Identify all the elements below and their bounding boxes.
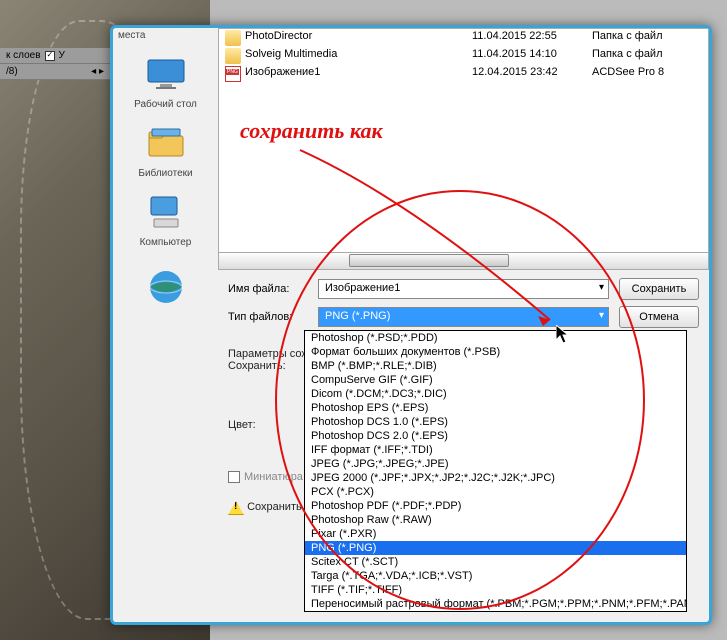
format-option[interactable]: Переносимый растровый формат (*.PBM;*.PG… (305, 597, 686, 611)
file-type: Папка с файл (592, 30, 702, 46)
file-type: ACDSee Pro 8 (592, 66, 702, 82)
file-row[interactable]: Изображение112.04.2015 23:42ACDSee Pro 8 (219, 65, 708, 83)
zoom-strip: /8) ◂ ▸ (0, 64, 110, 80)
computer-icon (145, 191, 187, 233)
format-option[interactable]: BMP (*.BMP;*.RLE;*.DIB) (305, 359, 686, 373)
format-option[interactable]: JPEG 2000 (*.JPF;*.JPX;*.JP2;*.J2C;*.J2K… (305, 471, 686, 485)
photoshop-panels: к слоев У /8) ◂ ▸ (0, 48, 110, 80)
filetype-dropdown-list[interactable]: Photoshop (*.PSD;*.PDD)Формат больших до… (304, 330, 687, 612)
format-option[interactable]: Targa (*.TGA;*.VDA;*.ICB;*.VST) (305, 569, 686, 583)
format-option[interactable]: Формат больших документов (*.PSB) (305, 345, 686, 359)
file-list[interactable]: PhotoDirector11.04.2015 22:55Папка с фай… (218, 28, 709, 253)
format-option[interactable]: JPEG (*.JPG;*.JPEG;*.JPE) (305, 457, 686, 471)
sidebar-item-desktop[interactable]: Рабочий стол (118, 53, 213, 110)
format-option[interactable]: IFF формат (*.IFF;*.TDI) (305, 443, 686, 457)
filetype-dropdown[interactable]: PNG (*.PNG) (318, 307, 609, 327)
thumbnail-label: Миниатюра (244, 471, 303, 483)
file-date: 11.04.2015 22:55 (472, 30, 592, 46)
sidebar-item-network[interactable] (118, 266, 213, 308)
format-option[interactable]: Photoshop DCS 1.0 (*.EPS) (305, 415, 686, 429)
file-date: 11.04.2015 14:10 (472, 48, 592, 64)
format-option[interactable]: Scitex CT (*.SCT) (305, 555, 686, 569)
thumbnail-checkbox[interactable] (228, 471, 240, 483)
file-list-scrollbar[interactable] (218, 253, 709, 270)
format-option[interactable]: Pixar (*.PXR) (305, 527, 686, 541)
format-option[interactable]: PCX (*.PCX) (305, 485, 686, 499)
cancel-button[interactable]: Отмена (619, 306, 699, 328)
file-name: Solveig Multimedia (245, 48, 472, 64)
zoom-ratio: /8) (6, 66, 18, 77)
file-date: 12.04.2015 23:42 (472, 66, 592, 82)
format-option[interactable]: Dicom (*.DCM;*.DC3;*.DIC) (305, 387, 686, 401)
layers-checkbox[interactable] (45, 51, 55, 61)
format-option[interactable]: Photoshop (*.PSD;*.PDD) (305, 331, 686, 345)
file-row[interactable]: Solveig Multimedia11.04.2015 14:10Папка … (219, 47, 708, 65)
file-row[interactable]: PhotoDirector11.04.2015 22:55Папка с фай… (219, 29, 708, 47)
format-option[interactable]: TIFF (*.TIF;*.TIFF) (305, 583, 686, 597)
filename-label: Имя файла: (228, 283, 318, 295)
places-sidebar: места Рабочий стол Библиотеки Компьютер (113, 28, 218, 622)
desktop-icon (145, 53, 187, 95)
png-icon (225, 66, 241, 82)
file-type: Папка с файл (592, 48, 702, 64)
network-icon (145, 266, 187, 308)
scrollbar-thumb[interactable] (349, 254, 509, 267)
folder-icon (225, 48, 241, 64)
file-name: PhotoDirector (245, 30, 472, 46)
format-option[interactable]: Photoshop DCS 2.0 (*.EPS) (305, 429, 686, 443)
format-option[interactable]: Photoshop EPS (*.EPS) (305, 401, 686, 415)
save-button[interactable]: Сохранить (619, 278, 699, 300)
layers-panel-strip: к слоев У (0, 48, 110, 64)
filename-input[interactable]: Изображение1 (318, 279, 609, 299)
filetype-label: Тип файлов: (228, 311, 318, 323)
sidebar-item-libraries[interactable]: Библиотеки (118, 122, 213, 179)
format-option[interactable]: CompuServe GIF (*.GIF) (305, 373, 686, 387)
arrows-icon[interactable]: ◂ ▸ (91, 66, 104, 77)
folder-icon (225, 30, 241, 46)
format-option[interactable]: PNG (*.PNG) (305, 541, 686, 555)
file-name: Изображение1 (245, 66, 472, 82)
places-header: места (118, 30, 213, 41)
format-option[interactable]: Photoshop Raw (*.RAW) (305, 513, 686, 527)
libraries-icon (145, 122, 187, 164)
format-option[interactable]: Photoshop PDF (*.PDF;*.PDP) (305, 499, 686, 513)
sidebar-item-computer[interactable]: Компьютер (118, 191, 213, 248)
layers-label: к слоев (6, 50, 41, 61)
warning-icon (228, 501, 244, 515)
